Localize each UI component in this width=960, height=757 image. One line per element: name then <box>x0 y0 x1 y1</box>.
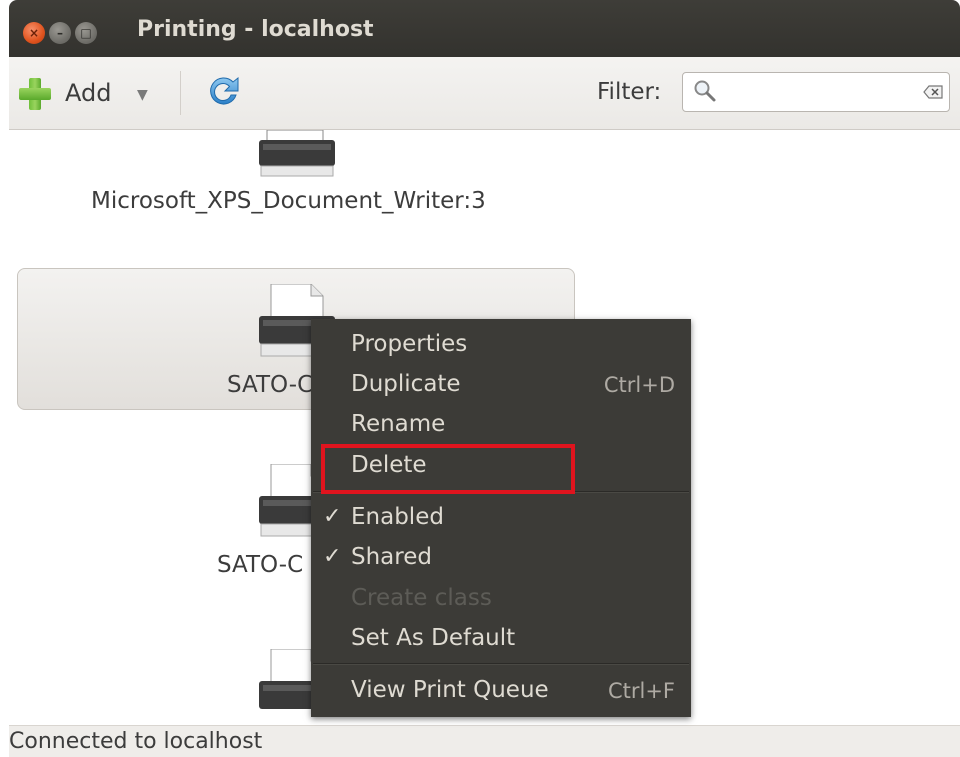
menu-item-duplicate[interactable]: Duplicate Ctrl+D <box>311 365 691 403</box>
window-title: Printing - localhost <box>137 17 374 42</box>
checkmark-icon: ✓ <box>323 544 342 569</box>
status-bar: Connected to localhost <box>9 725 960 757</box>
menu-item-shortcut: Ctrl+F <box>607 679 675 703</box>
menu-item-view-print-queue[interactable]: View Print Queue Ctrl+F <box>311 671 691 709</box>
menu-item-label: View Print Queue <box>351 677 549 703</box>
menu-item-set-as-default[interactable]: Set As Default <box>311 619 691 657</box>
printer-item[interactable]: Microsoft_XPS_Document_Writer:3 <box>9 130 569 230</box>
add-label: Add <box>65 79 112 107</box>
filter-input[interactable] <box>725 79 909 107</box>
toolbar-separator <box>180 71 181 115</box>
plus-icon <box>19 78 51 110</box>
menu-item-label: Duplicate <box>351 371 461 397</box>
chevron-down-icon[interactable]: ▼ <box>137 80 148 110</box>
filter-box <box>682 72 950 112</box>
title-bar: × – □ Printing - localhost <box>9 0 960 57</box>
menu-item-label: Set As Default <box>351 625 516 651</box>
menu-item-label: Rename <box>351 411 446 437</box>
close-icon: × <box>28 26 40 40</box>
printer-icon <box>259 130 335 177</box>
menu-item-rename[interactable]: Rename <box>311 405 691 443</box>
menu-item-label: Create class <box>351 585 492 611</box>
context-menu: Properties Duplicate Ctrl+D Rename Delet… <box>311 319 691 717</box>
search-icon <box>694 80 716 102</box>
minimize-button[interactable]: – <box>49 22 71 44</box>
add-button[interactable]: Add ▼ <box>17 75 152 113</box>
status-text: Connected to localhost <box>9 729 263 754</box>
maximize-icon: □ <box>80 26 92 40</box>
refresh-icon <box>210 76 239 105</box>
menu-item-label: Properties <box>351 331 468 357</box>
printer-name: SATO-C <box>227 372 314 398</box>
menu-item-label: Enabled <box>351 504 444 530</box>
menu-item-label: Shared <box>351 544 432 570</box>
printer-name: Microsoft_XPS_Document_Writer:3 <box>91 188 486 214</box>
delete-highlight-box <box>321 444 575 494</box>
printer-name: SATO-C <box>217 552 304 578</box>
filter-label: Filter: <box>597 79 662 105</box>
maximize-button[interactable]: □ <box>75 22 97 44</box>
minimize-icon: – <box>57 26 63 40</box>
close-button[interactable]: × <box>23 22 45 44</box>
menu-item-create-class: Create class <box>311 579 691 617</box>
clear-icon[interactable] <box>923 85 943 99</box>
checkmark-icon: ✓ <box>323 504 342 529</box>
menu-separator <box>313 663 689 665</box>
menu-item-shortcut: Ctrl+D <box>603 373 675 397</box>
toolbar: Add ▼ Filter: <box>9 57 960 130</box>
menu-item-properties[interactable]: Properties <box>311 325 691 363</box>
refresh-button[interactable] <box>205 73 243 111</box>
menu-item-shared[interactable]: ✓ Shared <box>311 538 691 576</box>
menu-item-enabled[interactable]: ✓ Enabled <box>311 498 691 536</box>
